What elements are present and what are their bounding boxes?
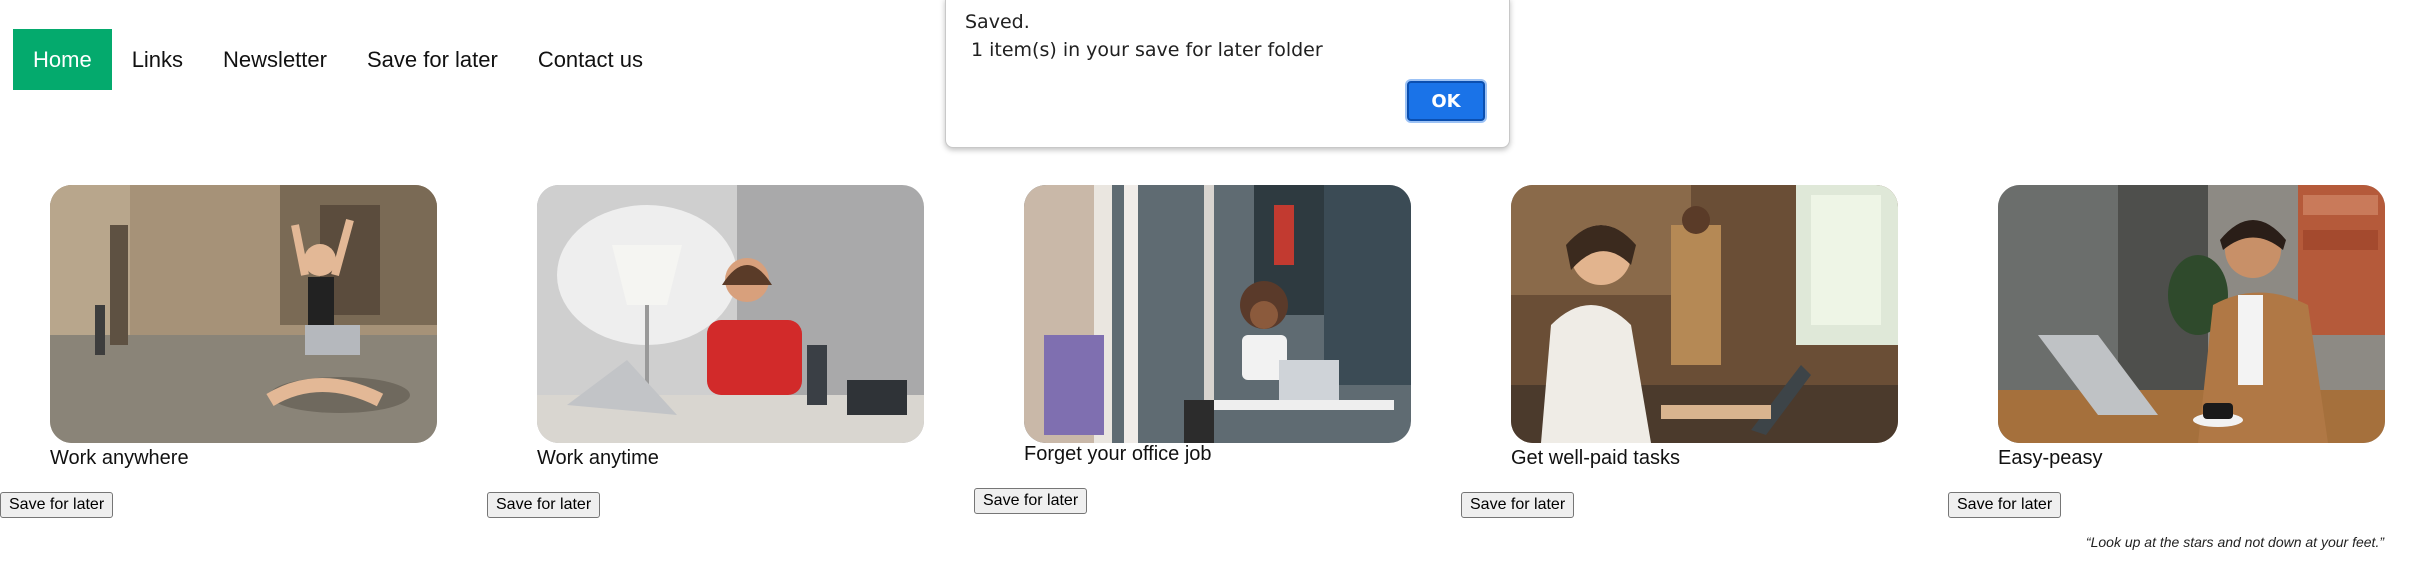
save-for-later-button[interactable]: Save for later bbox=[1948, 492, 2062, 518]
save-for-later-button[interactable]: Save for later bbox=[0, 492, 114, 518]
card-caption: Work anytime bbox=[537, 447, 659, 469]
footer-quote: “Look up at the stars and not down at yo… bbox=[2085, 534, 2384, 550]
photo-woman-celebrating-street bbox=[50, 185, 437, 443]
card-caption: Work anywhere bbox=[50, 447, 189, 469]
photo-woman-at-desk-lamp bbox=[537, 185, 924, 443]
ok-button[interactable]: OK bbox=[1407, 81, 1485, 121]
top-nav: Home Links Newsletter Save for later Con… bbox=[13, 29, 663, 90]
dialog-title: Saved. bbox=[965, 11, 1030, 33]
card-caption: Get well-paid tasks bbox=[1511, 447, 1680, 469]
nav-links[interactable]: Links bbox=[112, 29, 203, 90]
nav-newsletter[interactable]: Newsletter bbox=[203, 29, 347, 90]
page: Home Links Newsletter Save for later Con… bbox=[0, 0, 2409, 565]
nav-contact-us[interactable]: Contact us bbox=[518, 29, 663, 90]
card-caption: Easy-peasy bbox=[1998, 447, 2103, 469]
save-for-later-button[interactable]: Save for later bbox=[487, 492, 601, 518]
dialog-message: 1 item(s) in your save for later folder bbox=[971, 39, 1323, 61]
save-for-later-button[interactable]: Save for later bbox=[974, 488, 1088, 514]
save-for-later-button[interactable]: Save for later bbox=[1461, 492, 1575, 518]
photo-man-laptop-coffee bbox=[1998, 185, 2385, 443]
photo-woman-at-cafe bbox=[1024, 185, 1411, 443]
saved-alert-dialog: Saved. 1 item(s) in your save for later … bbox=[945, 0, 1510, 148]
nav-home[interactable]: Home bbox=[13, 29, 112, 90]
photo-woman-laptop-kitchen bbox=[1511, 185, 1898, 443]
card-caption: Forget your office job bbox=[1024, 443, 1212, 465]
nav-save-for-later[interactable]: Save for later bbox=[347, 29, 518, 90]
